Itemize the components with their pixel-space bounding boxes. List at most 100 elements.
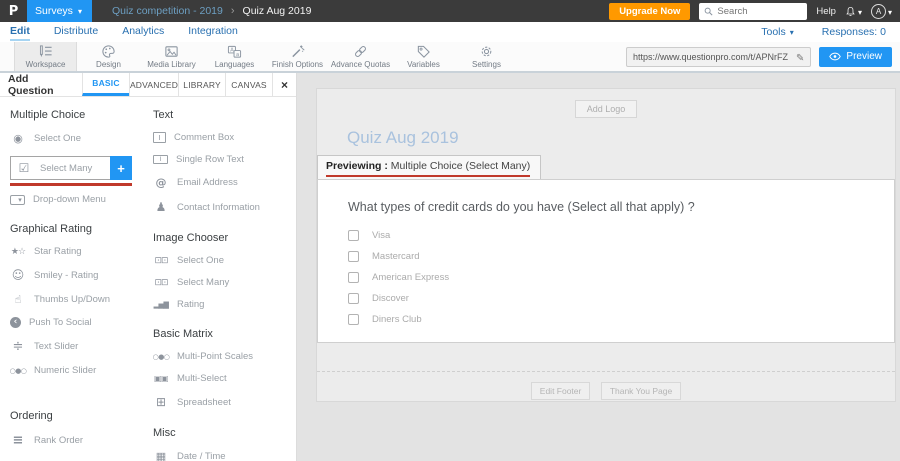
bar-rating-icon: [153, 301, 169, 309]
add-logo-button[interactable]: Add Logo: [575, 100, 638, 118]
palette-icon: [101, 44, 116, 59]
preview-button[interactable]: Preview: [819, 47, 892, 67]
qtype-text-slider[interactable]: Text Slider: [10, 339, 153, 354]
upgrade-now-button[interactable]: Upgrade Now: [609, 3, 690, 20]
tab-canvas[interactable]: CANVAS: [225, 73, 272, 96]
survey-title[interactable]: Quiz Aug 2019: [347, 128, 895, 148]
global-search[interactable]: [699, 3, 807, 20]
smiley-icon: [10, 268, 26, 282]
edit-footer-button[interactable]: Edit Footer: [531, 382, 591, 400]
red-annotation-underline: [326, 175, 530, 177]
tools-menu[interactable]: Tools: [761, 26, 794, 38]
stars-icon: [10, 247, 26, 257]
tab-basic[interactable]: BASIC: [82, 73, 129, 96]
qtype-select-many-highlighted[interactable]: Select Many +: [10, 156, 132, 180]
option-row[interactable]: Diners Club: [348, 314, 894, 325]
previewing-tab: Previewing : Multiple Choice (Select Man…: [317, 155, 541, 180]
qtype-push-to-social[interactable]: Push To Social: [10, 317, 153, 328]
qtype-multi-select[interactable]: Multi-Select: [153, 373, 296, 384]
qtype-image-select-many[interactable]: Select Many: [153, 277, 296, 288]
add-question-panel: Add Question BASIC ADVANCED LIBRARY CANV…: [0, 73, 297, 461]
tool-variables[interactable]: Variables: [392, 42, 455, 71]
breadcrumb: Quiz competition - 2019 Quiz Aug 2019: [92, 0, 311, 22]
account-menu[interactable]: A: [871, 2, 892, 20]
tool-workspace[interactable]: Workspace: [14, 42, 77, 71]
workspace-toolbar: Workspace Design Media Library A a Langu…: [0, 42, 900, 73]
menu-analytics[interactable]: Analytics: [122, 23, 164, 41]
edit-url-icon[interactable]: [796, 48, 804, 66]
share-circle-icon: [10, 317, 21, 328]
search-input[interactable]: [717, 6, 797, 17]
breadcrumb-separator-icon: [231, 5, 235, 17]
survey-card-footer: Edit Footer Thank You Page: [317, 371, 895, 400]
multi-point-icon: [153, 353, 169, 361]
qtype-comment-box[interactable]: Comment Box: [153, 132, 296, 143]
help-link[interactable]: Help: [816, 6, 836, 17]
question-text[interactable]: What types of credit cards do you have (…: [348, 200, 894, 214]
chevron-down-icon: [790, 26, 794, 38]
qtype-spreadsheet[interactable]: Spreadsheet: [153, 395, 296, 409]
qtype-multi-point-scales[interactable]: Multi-Point Scales: [153, 351, 296, 362]
qtype-image-select-one[interactable]: Select One: [153, 255, 296, 266]
checkbox[interactable]: [348, 230, 359, 241]
tool-settings[interactable]: Settings: [455, 42, 518, 71]
checkbox[interactable]: [348, 272, 359, 283]
qtype-smiley-rating[interactable]: Smiley - Rating: [10, 268, 153, 282]
option-row[interactable]: American Express: [348, 272, 894, 283]
qtype-contact-information[interactable]: Contact Information: [153, 200, 296, 214]
qtype-email-address[interactable]: Email Address: [153, 176, 296, 189]
questionpro-logo[interactable]: P: [0, 0, 27, 22]
tool-media-library[interactable]: Media Library: [140, 42, 203, 71]
add-question-plus-button[interactable]: +: [110, 156, 132, 180]
previewing-value: Multiple Choice (Select Many): [391, 160, 530, 172]
qtype-select-one[interactable]: Select One: [10, 132, 153, 145]
tab-library[interactable]: LIBRARY: [178, 73, 225, 96]
responses-count[interactable]: Responses: 0: [822, 26, 886, 38]
section-graphical-rating: Graphical Rating: [10, 223, 153, 235]
survey-url-field[interactable]: https://www.questionpro.com/t/APNrFZ: [626, 47, 811, 67]
breadcrumb-parent-link[interactable]: Quiz competition - 2019: [112, 5, 223, 17]
checkbox[interactable]: [348, 293, 359, 304]
topbar-actions: Upgrade Now Help A: [609, 0, 900, 22]
avatar: A: [871, 4, 886, 19]
tool-advance-quotas[interactable]: Advance Quotas: [329, 42, 392, 71]
chevron-down-icon: [888, 2, 892, 20]
notifications-menu[interactable]: [845, 2, 862, 20]
person-icon: [153, 200, 169, 214]
qtype-rank-order[interactable]: Rank Order: [10, 433, 153, 448]
menu-distribute[interactable]: Distribute: [54, 23, 98, 41]
tool-finish-options[interactable]: Finish Options: [266, 42, 329, 71]
topbar: P Surveys Quiz competition - 2019 Quiz A…: [0, 0, 900, 22]
checkbox[interactable]: [348, 251, 359, 262]
section-image-chooser: Image Chooser: [153, 232, 296, 244]
menu-edit[interactable]: Edit: [10, 23, 30, 41]
qtype-image-rating[interactable]: Rating: [153, 299, 296, 310]
image-icon: [164, 44, 179, 59]
calendar-icon: [153, 450, 169, 461]
qtype-star-rating[interactable]: Star Rating: [10, 246, 153, 257]
chevron-down-icon: [858, 2, 862, 20]
qtype-thumbs-up-down[interactable]: Thumbs Up/Down: [10, 293, 153, 306]
option-row[interactable]: Visa: [348, 230, 894, 241]
qtype-date-time[interactable]: Date / Time: [153, 450, 296, 461]
checkbox[interactable]: [348, 314, 359, 325]
bell-icon: [845, 6, 856, 17]
qtype-dropdown-menu[interactable]: Drop-down Menu: [10, 194, 153, 205]
surveys-label: Surveys: [35, 5, 73, 17]
close-icon[interactable]: [272, 73, 296, 96]
surveys-product-menu[interactable]: Surveys: [27, 0, 92, 22]
tab-advanced[interactable]: ADVANCED: [129, 73, 178, 96]
qtype-numeric-slider[interactable]: Numeric Slider: [10, 365, 153, 376]
option-row[interactable]: Mastercard: [348, 251, 894, 262]
qtype-single-row-text[interactable]: Single Row Text: [153, 154, 296, 165]
eye-icon: [829, 52, 841, 61]
option-row[interactable]: Discover: [348, 293, 894, 304]
at-icon: [153, 176, 169, 189]
tool-languages[interactable]: A a Languages: [203, 42, 266, 71]
thumb-icon: [10, 293, 26, 306]
section-ordering: Ordering: [10, 410, 153, 422]
tool-design[interactable]: Design: [77, 42, 140, 71]
thank-you-page-button[interactable]: Thank You Page: [601, 382, 681, 400]
radio-stack-icon: [10, 132, 26, 145]
menu-integration[interactable]: Integration: [188, 23, 238, 41]
